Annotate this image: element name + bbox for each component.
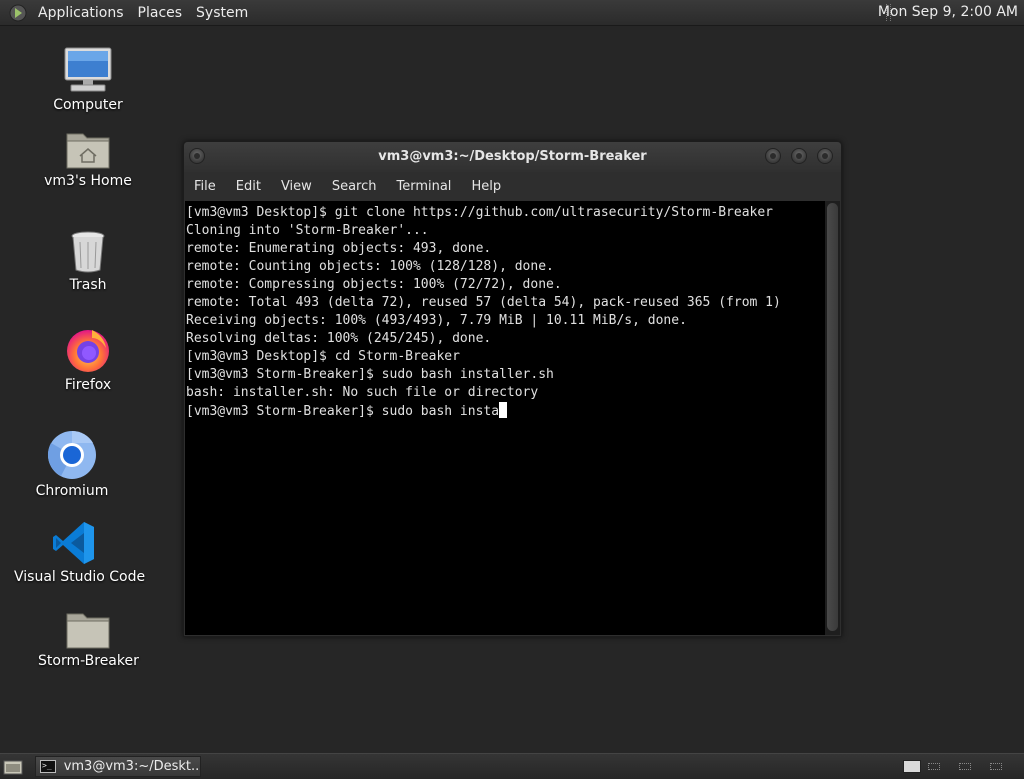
terminal-line: [vm3@vm3 Desktop]$ cd Storm-Breaker bbox=[186, 349, 460, 364]
maximize-button[interactable] bbox=[791, 148, 807, 164]
desktop-icon-label: Chromium bbox=[35, 483, 109, 499]
vscode-icon bbox=[53, 522, 94, 564]
desktop-icon-firefox[interactable]: Firefox bbox=[48, 326, 128, 393]
menu-file[interactable]: File bbox=[184, 179, 226, 194]
menu-search[interactable]: Search bbox=[322, 179, 387, 194]
taskbar-window-button[interactable]: >_ vm3@vm3:~/Deskt... bbox=[35, 756, 201, 777]
desktop-icon-label: vm3's Home bbox=[44, 173, 132, 189]
terminal-menubar: File Edit View Search Terminal Help bbox=[184, 172, 841, 201]
terminal-line: Cloning into 'Storm-Breaker'... bbox=[186, 223, 429, 238]
desktop-icon-label: Visual Studio Code bbox=[14, 569, 146, 585]
applications-menu[interactable]: Applications bbox=[31, 5, 131, 21]
top-panel: Applications Places System Mon Sep 9, 2:… bbox=[0, 0, 1024, 26]
terminal-line: remote: Enumerating objects: 493, done. bbox=[186, 241, 492, 256]
desktop-icon-label: Trash bbox=[69, 277, 107, 293]
terminal-window[interactable]: vm3@vm3:~/Desktop/Storm-Breaker File Edi… bbox=[183, 141, 842, 637]
terminal-line: [vm3@vm3 Storm-Breaker]$ sudo bash insta… bbox=[186, 367, 554, 382]
workspace-4[interactable] bbox=[987, 760, 1005, 773]
desktop-icon-storm-breaker[interactable]: Storm-Breaker bbox=[38, 608, 139, 669]
menu-edit[interactable]: Edit bbox=[226, 179, 271, 194]
menu-terminal[interactable]: Terminal bbox=[386, 179, 461, 194]
menu-help[interactable]: Help bbox=[461, 179, 511, 194]
window-title: vm3@vm3:~/Desktop/Storm-Breaker bbox=[378, 149, 647, 164]
workspace-2[interactable] bbox=[925, 760, 943, 773]
desktop-icon-computer[interactable]: Computer bbox=[48, 46, 128, 113]
terminal-scrollbar[interactable] bbox=[825, 201, 840, 635]
trash-icon bbox=[71, 231, 105, 273]
applications-logo-icon[interactable] bbox=[9, 4, 27, 22]
desktop-icon-home[interactable]: vm3's Home bbox=[43, 128, 133, 189]
terminal-line: [vm3@vm3 Desktop]$ git clone https://git… bbox=[186, 205, 773, 220]
system-menu[interactable]: System bbox=[189, 5, 255, 21]
terminal-icon: >_ bbox=[40, 760, 56, 773]
terminal-output[interactable]: [vm3@vm3 Desktop]$ git clone https://git… bbox=[185, 201, 825, 635]
folder-icon bbox=[66, 613, 110, 649]
terminal-line: remote: Counting objects: 100% (128/128)… bbox=[186, 259, 554, 274]
terminal-line: Receiving objects: 100% (493/493), 7.79 … bbox=[186, 313, 687, 328]
menu-view[interactable]: View bbox=[271, 179, 322, 194]
text-cursor bbox=[499, 402, 508, 418]
desktop-icon-vscode[interactable]: Visual Studio Code bbox=[14, 520, 146, 585]
terminal-text: [vm3@vm3 Desktop]$ git clone https://git… bbox=[185, 201, 825, 421]
workspace-3[interactable] bbox=[956, 760, 974, 773]
scrollbar-thumb[interactable] bbox=[827, 203, 838, 631]
desktop-icon-label: Firefox bbox=[64, 377, 112, 393]
terminal-line: remote: Compressing objects: 100% (72/72… bbox=[186, 277, 562, 292]
terminal-line: remote: Total 493 (delta 72), reused 57 … bbox=[186, 295, 781, 310]
computer-icon bbox=[64, 47, 112, 92]
firefox-icon bbox=[67, 330, 109, 372]
window-titlebar[interactable]: vm3@vm3:~/Desktop/Storm-Breaker bbox=[184, 142, 841, 172]
terminal-line: Resolving deltas: 100% (245/245), done. bbox=[186, 331, 492, 346]
workspace-1[interactable] bbox=[903, 760, 921, 773]
terminal-current-line[interactable]: [vm3@vm3 Storm-Breaker]$ sudo bash insta bbox=[186, 404, 499, 419]
desktop-icon-chromium[interactable]: Chromium bbox=[32, 430, 112, 499]
places-menu[interactable]: Places bbox=[131, 5, 190, 21]
chromium-icon bbox=[47, 430, 96, 479]
close-button[interactable] bbox=[817, 148, 833, 164]
desktop-icon-label: Computer bbox=[53, 97, 123, 113]
home-folder-icon bbox=[66, 133, 110, 169]
bottom-panel: >_ vm3@vm3:~/Deskt... bbox=[0, 753, 1024, 779]
terminal-line: bash: installer.sh: No such file or dire… bbox=[186, 385, 539, 400]
taskbar-window-label: vm3@vm3:~/Deskt... bbox=[63, 759, 200, 774]
desktop-icon-label: Storm-Breaker bbox=[38, 653, 139, 669]
show-desktop-icon[interactable] bbox=[3, 759, 23, 775]
minimize-button[interactable] bbox=[765, 148, 781, 164]
desktop-icon-trash[interactable]: Trash bbox=[48, 228, 128, 293]
clock[interactable]: Mon Sep 9, 2:00 AM bbox=[878, 4, 1018, 20]
